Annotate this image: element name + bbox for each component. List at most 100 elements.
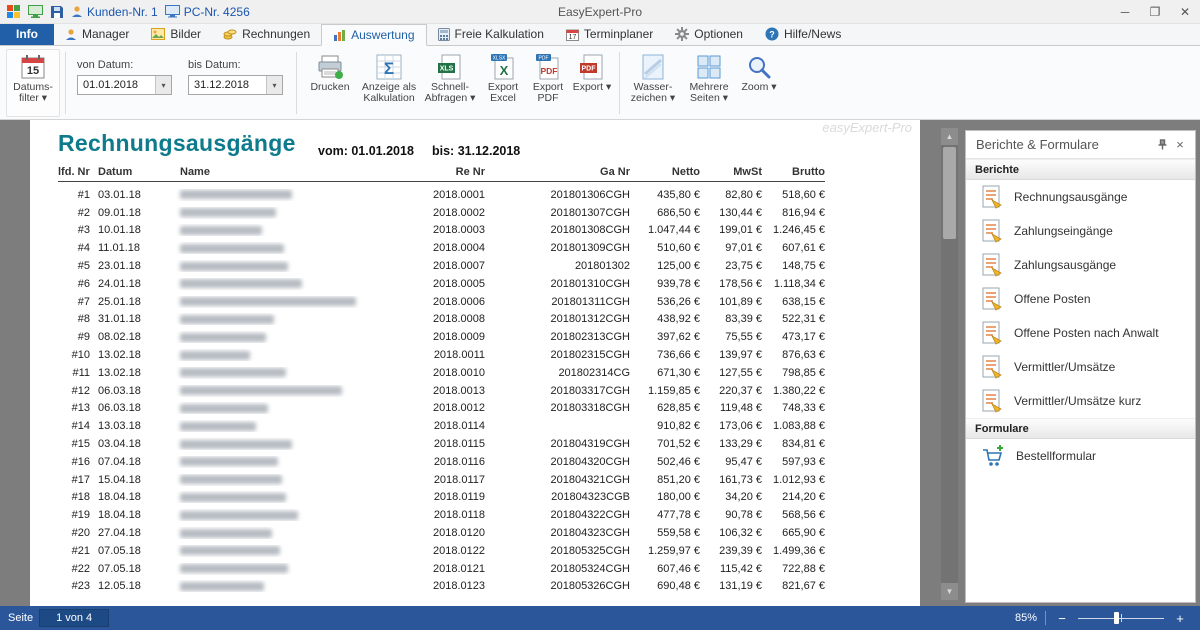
date-filter-group: von Datum: 01.01.2018 ▾ bis Datum: 31.12… <box>71 49 291 117</box>
table-row: #6 24.01.18 2018.0005 201801310CGH 939,7… <box>58 275 825 293</box>
cell-mwst: 173,06 € <box>719 420 762 433</box>
cell-name <box>148 491 405 503</box>
close-panel-icon[interactable]: × <box>1171 136 1189 154</box>
cell-re-nr: 2018.0114 <box>433 420 485 433</box>
tab-info[interactable]: Info <box>0 23 54 45</box>
cell-datum: 07.04.18 <box>98 455 141 468</box>
scrollbar-track[interactable] <box>941 145 958 583</box>
cell-name <box>148 563 405 575</box>
drucken-button[interactable]: Drucken <box>302 49 358 117</box>
tab-manager[interactable]: Manager <box>54 23 140 45</box>
export-excel-button[interactable]: XLSX X Export Excel <box>480 49 526 117</box>
customer-name-redacted <box>180 243 284 253</box>
cell-lfd-nr: #8 <box>77 313 90 326</box>
svg-text:PDF: PDF <box>541 66 558 76</box>
report-list-item[interactable]: Offene Posten <box>966 282 1195 316</box>
zoom-in-button[interactable]: + <box>1172 611 1188 626</box>
report-form-icon <box>981 389 1003 413</box>
shopping-cart-icon <box>981 444 1005 468</box>
report-rows: #1 03.01.18 2018.0001 201801306CGH 435,8… <box>58 186 825 595</box>
zoom-slider-thumb[interactable] <box>1114 612 1120 624</box>
report-list-item[interactable]: Offene Posten nach Anwalt <box>966 316 1195 350</box>
cell-mwst: 95,47 € <box>725 455 762 468</box>
form-list-item-label: Bestellformular <box>1016 449 1097 463</box>
report-list-item[interactable]: Zahlungsausgänge <box>966 248 1195 282</box>
help-icon: ? <box>765 27 779 41</box>
cell-lfd-nr: #22 <box>71 562 90 575</box>
report-list-item-label: Vermittler/Umsätze kurz <box>1014 394 1142 408</box>
cell-brutto: 568,56 € <box>782 509 825 522</box>
cell-re-nr: 2018.0120 <box>433 527 485 540</box>
cell-mwst: 90,78 € <box>725 509 762 522</box>
cell-brutto: 722,88 € <box>782 562 825 575</box>
cell-mwst: 178,56 € <box>719 277 762 290</box>
berichte-formulare-panel: Berichte & Formulare × Berichte Rechnung… <box>965 130 1196 603</box>
tab-freie-kalkulation[interactable]: Freie Kalkulation <box>427 23 555 45</box>
schnell-abfragen-button[interactable]: XLS Schnell-Abfragen ▾ <box>420 49 480 117</box>
cell-brutto: 1.012,93 € <box>773 473 825 486</box>
cell-name <box>148 545 405 557</box>
tab-hilfe-news[interactable]: ? Hilfe/News <box>754 23 852 45</box>
customer-number[interactable]: Kunden-Nr. 1 <box>71 5 158 19</box>
pc-number[interactable]: PC-Nr. 4256 <box>164 5 250 19</box>
ribbon-separator <box>296 52 297 114</box>
mehrere-seiten-button[interactable]: Mehrere Seiten ▾ <box>681 49 737 117</box>
cell-ga-nr: 201801306CGH <box>550 188 630 201</box>
pin-icon[interactable] <box>1153 136 1171 154</box>
cell-lfd-nr: #17 <box>71 473 90 486</box>
tab-terminplaner[interactable]: 17 Terminplaner <box>555 23 664 45</box>
customer-name-redacted <box>180 475 282 485</box>
customer-name-redacted <box>180 439 292 449</box>
cell-ga-nr: 201804320CGH <box>550 455 630 468</box>
report-form-icon <box>981 355 1003 379</box>
zoom-button[interactable]: Zoom ▾ <box>737 49 781 117</box>
zoom-slider[interactable] <box>1078 611 1164 625</box>
report-list-item-label: Offene Posten nach Anwalt <box>1014 326 1159 340</box>
maximize-button[interactable]: ❐ <box>1140 0 1170 23</box>
cell-re-nr: 2018.0004 <box>433 242 485 255</box>
cell-lfd-nr: #10 <box>71 349 90 362</box>
table-row: #1 03.01.18 2018.0001 201801306CGH 435,8… <box>58 186 825 204</box>
anzeige-als-kalkulation-button[interactable]: Σ Anzeige als Kalkulation <box>358 49 420 117</box>
export-pdf-button[interactable]: PDF PDF Export PDF <box>526 49 570 117</box>
report-list-item[interactable]: Vermittler/Umsätze <box>966 350 1195 384</box>
tab-rechnungen[interactable]: Rechnungen <box>212 23 321 45</box>
cell-datum: 25.01.18 <box>98 295 141 308</box>
export-button[interactable]: PDF Export ▾ <box>570 49 614 117</box>
scrollbar-thumb[interactable] <box>943 147 956 239</box>
table-row: #19 18.04.18 2018.0118 201804322CGH 477,… <box>58 506 825 524</box>
wasserzeichen-button[interactable]: Wasser-zeichen ▾ <box>625 49 681 117</box>
report-form-icon <box>981 185 1003 209</box>
form-list-item[interactable]: Bestellformular <box>966 439 1195 473</box>
cell-datum: 07.05.18 <box>98 544 141 557</box>
cell-mwst: 131,19 € <box>719 580 762 593</box>
report-list-item[interactable]: Rechnungsausgänge <box>966 180 1195 214</box>
cell-re-nr: 2018.0119 <box>433 491 485 504</box>
cell-re-nr: 2018.0122 <box>433 544 485 557</box>
minimize-button[interactable]: ─ <box>1110 0 1140 23</box>
zoom-percentage: 85% <box>1014 612 1037 624</box>
tab-bilder[interactable]: Bilder <box>140 23 212 45</box>
report-list-item[interactable]: Zahlungseingänge <box>966 214 1195 248</box>
von-datum-select[interactable]: 01.01.2018 ▾ <box>77 75 172 95</box>
report-list-item[interactable]: Vermittler/Umsätze kurz <box>966 384 1195 418</box>
close-button[interactable]: ✕ <box>1170 0 1200 23</box>
report-form-icon <box>981 321 1003 345</box>
vertical-scrollbar[interactable]: ▲ ▼ <box>941 128 958 600</box>
save-icon[interactable] <box>50 5 64 19</box>
report-form-icon <box>981 253 1003 277</box>
cell-netto: 1.047,44 € <box>648 224 700 237</box>
tab-auswertung[interactable]: Auswertung <box>321 24 427 46</box>
zoom-out-button[interactable]: − <box>1054 611 1070 626</box>
tab-optionen[interactable]: Optionen <box>664 23 754 45</box>
scroll-down-icon[interactable]: ▼ <box>941 583 958 600</box>
datumsfilter-button[interactable]: 15 Datums-filter ▾ <box>6 49 60 117</box>
formulare-list: Bestellformular <box>966 439 1195 473</box>
monitor-quick-icon[interactable] <box>28 4 43 19</box>
bis-datum-select[interactable]: 31.12.2018 ▾ <box>188 75 283 95</box>
scroll-up-icon[interactable]: ▲ <box>941 128 958 145</box>
watermark-text: easyExpert-Pro <box>822 120 912 135</box>
cell-ga-nr: 201801308CGH <box>550 224 630 237</box>
cell-name <box>148 224 405 236</box>
table-row: #21 07.05.18 2018.0122 201805325CGH 1.25… <box>58 542 825 560</box>
